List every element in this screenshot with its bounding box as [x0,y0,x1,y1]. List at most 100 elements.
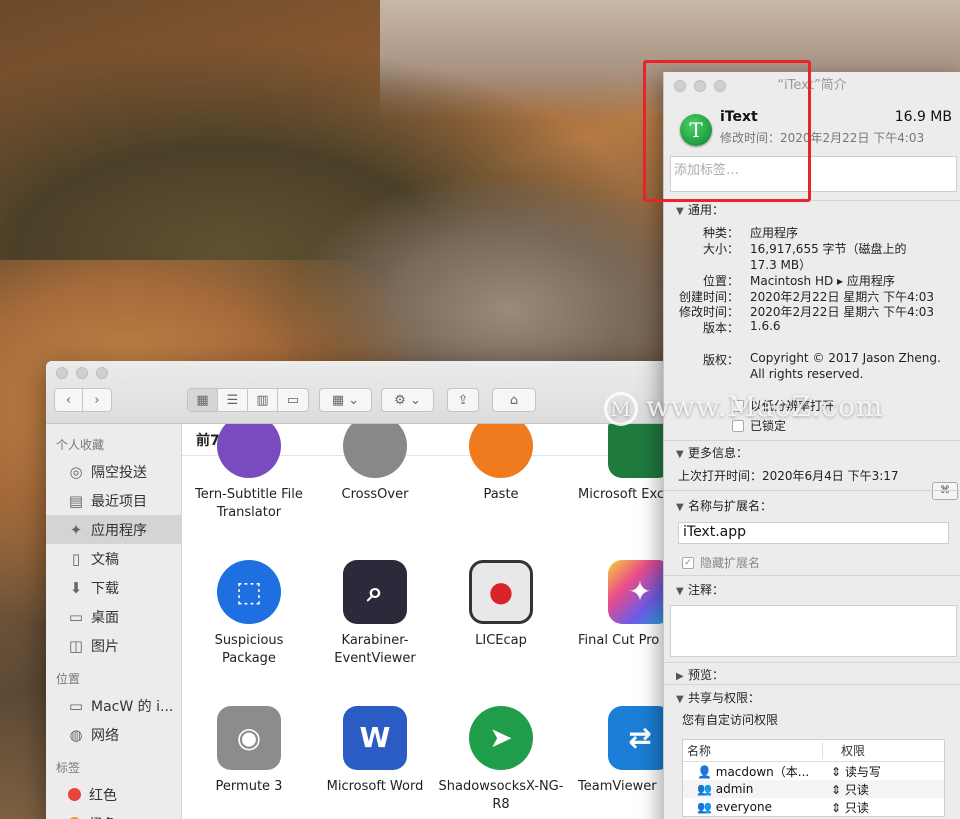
zoom-button[interactable] [96,367,108,379]
tag-button[interactable]: ⌂ [492,388,536,412]
sharing-section-header[interactable]: ▼ 共享与权限： [676,689,760,706]
app-grid: Tern-Subtitle File Translator CrossOver … [182,424,686,819]
view-mode-segment: ▦ ☰ ▥ ▭ [187,388,309,412]
back-button[interactable]: ‹ [55,389,83,411]
macz-logo-icon: M [604,391,638,426]
highlight-box [643,60,811,202]
sidebar-item-label: 文稿 [91,551,119,568]
comments-textarea[interactable] [670,605,957,657]
list-view-button[interactable]: ☰ [218,389,248,411]
more-info-section-header[interactable]: ▼ 更多信息： [676,444,748,461]
applications-icon: ✦ [69,520,83,539]
camera-icon: ◫ [68,636,84,655]
general-section-header[interactable]: ▼ 通用： [676,201,724,218]
sidebar-item-applications[interactable]: ✦ 应用程序 [46,515,181,544]
sidebar-item-documents[interactable]: ▯ 文稿 [46,544,181,573]
robot-app-icon: ◉ [217,706,281,770]
sidebar-item-label: 图片 [91,638,119,655]
user-icon: 👤 [697,764,716,779]
tag-icon: ⌂ [509,392,519,408]
preview-section-header[interactable]: ▶ 预览： [676,666,724,683]
table-row[interactable]: 👥 admin ⇕ 只读 [683,780,944,798]
forward-button[interactable]: › [83,389,111,411]
sidebar-item-pictures[interactable]: ◫ 图片 [46,631,181,660]
list-icon: ☰ [226,392,239,408]
close-button[interactable] [56,367,68,379]
info-row-version: 版本： 1.6.6 [702,319,781,335]
table-row[interactable]: 👥 everyone ⇕ 只读 [683,798,944,816]
updown-icon: ⇕ [831,782,845,797]
app-label: Microsoft Word [326,779,424,794]
app-item-word[interactable]: W Microsoft Word [312,706,438,796]
package-app-icon: ⬚ [217,560,281,624]
app-item-paste[interactable]: Paste [438,424,564,504]
column-view-button[interactable]: ▥ [248,389,278,411]
sidebar-item-downloads[interactable]: ⬇ 下载 [46,573,181,602]
disclosure-down-icon: ▼ [676,586,684,597]
gallery-view-button[interactable]: ▭ [278,389,308,411]
app-item-permute[interactable]: ◉ Permute 3 [186,706,312,796]
permissions-header: 名称 权限 [683,740,944,762]
download-icon: ⬇ [69,578,83,597]
recents-icon: ▤ [68,491,84,510]
sidebar-item-label: 下载 [91,580,119,597]
disclosure-down-icon: ▼ [676,206,684,217]
sidebar-item-label: 最近项目 [91,493,147,510]
app-item-licecap[interactable]: ● LICEcap [438,560,564,650]
desktop-icon: ▭ [68,607,84,626]
finder-toolbar: ‹ › ▦ ☰ ▥ ▭ ▦ ⌄ ⚙ ⌄ ⇪ ⌂ [46,361,686,424]
tags-header: 标签 [56,761,81,775]
name-ext-section-header[interactable]: ▼ 名称与扩展名： [676,497,772,514]
sidebar-item-label: 桌面 [91,609,119,626]
col-name[interactable]: 名称 [683,742,823,759]
icon-view-button[interactable]: ▦ [188,389,218,411]
finder-content: 前7天 Tern-Subtitle File Translator CrossO… [182,424,686,819]
favorites-header: 个人收藏 [56,438,105,452]
sidebar-item-recents[interactable]: ▤ 最近项目 [46,486,181,515]
disclosure-down-icon: ▼ [676,449,684,460]
app-label: LICEcap [475,633,527,648]
nav-buttons: ‹ › [54,388,112,412]
app-item-tern[interactable]: Tern-Subtitle File Translator [186,424,312,522]
app-item-crossover[interactable]: CrossOver [312,424,438,504]
sidebar-item-airdrop[interactable]: ◎ 隔空投送 [46,457,181,486]
info-row-size: 大小： 16,917,655 字节（磁盘上的 [702,242,907,256]
comments-section-header[interactable]: ▼ 注释： [676,581,724,598]
sidebar-item-network[interactable]: ◍ 网络 [46,720,181,749]
app-size: 16.9 MB [894,109,952,125]
app-label: Paste [483,487,519,502]
sidebar-item-tag-red[interactable]: 红色 [46,780,181,809]
resize-corner-icon[interactable]: ⌘ [932,482,958,500]
action-button[interactable]: ⚙ ⌄ [381,388,434,412]
app-item-shadowsocks[interactable]: ➤ ShadowsocksX-NG-R8 [438,706,564,814]
hide-extension-checkbox[interactable]: ✓ 隐藏扩展名 [682,554,760,571]
table-row[interactable]: 👤 macdown（本... ⇕ 读与写 [683,762,944,780]
computer-icon: ▭ [68,696,84,715]
red-tag-icon [68,788,81,801]
group-button[interactable]: ▦ ⌄ [319,388,372,412]
sidebar-item-label: 隔空投送 [91,464,147,481]
disclosure-right-icon: ▶ [676,671,684,682]
info-row-copyright: 版权： Copyright © 2017 Jason Zheng. [702,351,941,367]
paste-app-icon [469,424,533,478]
app-item-karabiner[interactable]: ⌕ Karabiner-EventViewer [312,560,438,668]
updown-icon: ⇕ [831,764,845,779]
disclosure-down-icon: ▼ [676,502,684,513]
locations-header: 位置 [56,672,81,686]
info-row-kind: 种类： 应用程序 [702,226,799,240]
chevron-right-icon: › [94,392,100,408]
columns-icon: ▥ [256,392,269,408]
sidebar-item-label: 红色 [89,787,117,804]
share-button[interactable]: ⇪ [447,388,479,412]
network-icon: ◍ [69,725,83,744]
watermark: Mwww.MacZ.com [604,390,883,426]
app-item-suspicious-package[interactable]: ⬚ Suspicious Package [186,560,312,668]
col-privilege[interactable]: 权限 [823,742,865,759]
minimize-button[interactable] [76,367,88,379]
sidebar-item-computer[interactable]: ▭ MacW 的 i... [46,691,181,720]
name-extension-input[interactable]: iText.app [678,522,949,544]
app-label: ShadowsocksX-NG-R8 [438,779,564,812]
sidebar-item-desktop[interactable]: ▭ 桌面 [46,602,181,631]
info-row-size-cont: 17.3 MB） [750,258,812,272]
sidebar-item-tag-orange[interactable]: 橙色 [46,809,181,819]
